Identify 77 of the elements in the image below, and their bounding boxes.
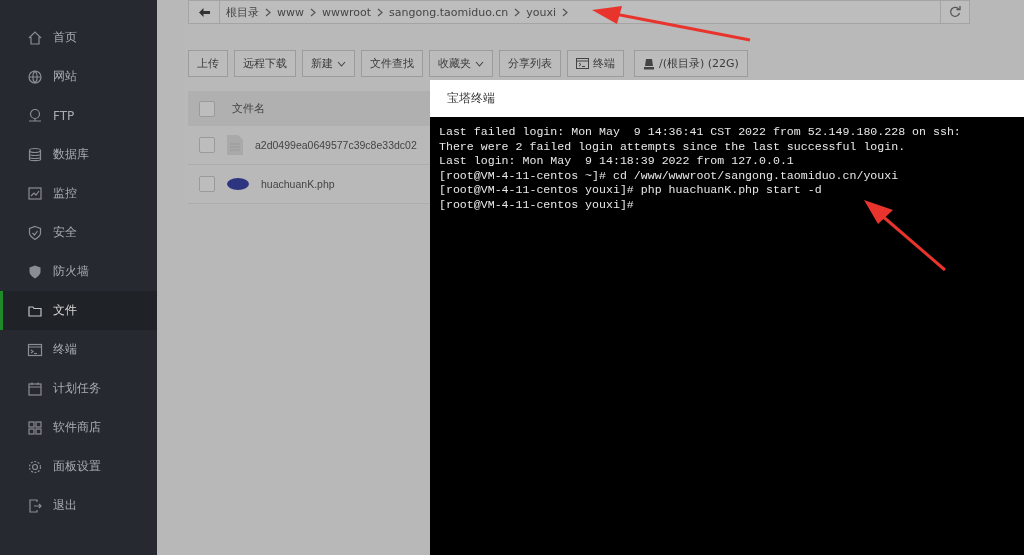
sidebar-label: 文件 — [53, 302, 77, 319]
sidebar-label: 数据库 — [53, 146, 89, 163]
sidebar-label: 软件商店 — [53, 419, 101, 436]
sidebar-label: FTP — [53, 108, 75, 123]
breadcrumb-link[interactable]: www — [271, 5, 310, 19]
sidebar-label: 网站 — [53, 68, 77, 85]
home-icon — [27, 29, 43, 46]
terminal-icon — [27, 341, 43, 358]
globe-icon — [27, 68, 43, 85]
terminal-line: Last login: Mon May 9 14:18:39 2022 from 127.0.0.1 — [439, 154, 795, 169]
sidebar-item[interactable]: 终端 — [0, 330, 157, 369]
breadcrumb-link[interactable]: sangong.taomiduo.cn — [383, 5, 515, 19]
terminal-line: Last failed login: Mon May 9 14:36:41 CST 2022 from 52.149.180.228 on ssh: — [439, 125, 962, 140]
terminal-icon — [576, 58, 589, 69]
toolbar-button[interactable]: 收藏夹 — [429, 50, 493, 77]
grid-icon — [27, 419, 43, 436]
toolbar-button[interactable]: 新建 — [302, 50, 355, 77]
toolbar-button[interactable]: 远程下载 — [234, 50, 296, 77]
sidebar-label: 退出 — [53, 497, 77, 514]
sidebar-label: 面板设置 — [53, 458, 101, 475]
toolbar-button[interactable]: 分享列表 — [499, 50, 561, 77]
sidebar-label: 计划任务 — [53, 380, 101, 397]
sidebar-item[interactable]: 首页 — [0, 18, 157, 57]
breadcrumb-link[interactable]: youxi — [520, 5, 562, 19]
settings-icon — [27, 458, 43, 475]
calendar-icon — [27, 380, 43, 397]
sidebar-item[interactable]: 防火墙 — [0, 252, 157, 291]
database-icon — [27, 146, 43, 163]
terminal-line: There were 2 failed login attempts since the last successful login. — [439, 139, 907, 155]
terminal-line: [root@VM-4-11-centos youxi]# — [439, 197, 635, 213]
terminal-line: [root@VM-4-11-centos ~]# cd /www/wwwroot/sangong.taomiduo.cn/youxi — [439, 168, 900, 184]
disk-icon — [643, 57, 655, 70]
column-header: 文件名 — [232, 101, 265, 116]
shield-icon — [27, 263, 43, 280]
chevron-icon — [514, 7, 521, 17]
checkbox[interactable] — [199, 176, 215, 192]
checkbox[interactable] — [199, 100, 215, 117]
sidebar-item[interactable]: 数据库 — [0, 135, 157, 174]
chevron-icon — [310, 7, 316, 17]
sidebar-item[interactable]: FTP — [0, 96, 157, 135]
sidebar-item[interactable]: 退出 — [0, 486, 157, 525]
sidebar-item[interactable]: 软件商店 — [0, 408, 157, 447]
toolbar-button[interactable]: 文件查找 — [361, 50, 423, 77]
chevron-icon — [265, 7, 271, 17]
toolbar-button[interactable]: 终端 — [567, 50, 624, 77]
refresh-icon — [949, 6, 961, 18]
toolbar-button[interactable]: /(根目录) (22G) — [634, 50, 748, 77]
sidebar-item[interactable]: 监控 — [0, 174, 157, 213]
shield-icon — [27, 224, 43, 241]
toolbar-button[interactable]: 上传 — [188, 50, 228, 77]
sidebar-label: 安全 — [53, 224, 77, 241]
sidebar-item[interactable]: 面板设置 — [0, 447, 157, 486]
chevron-icon — [377, 7, 384, 17]
sidebar-label: 防火墙 — [53, 263, 89, 280]
file-name[interactable]: a2d0499ea0649577c39c8e33dc02 — [255, 139, 417, 151]
breadcrumb-link[interactable]: 根目录 — [220, 4, 265, 20]
network-icon — [27, 107, 43, 124]
sidebar-label: 监控 — [53, 185, 77, 202]
file-name[interactable]: huachuanK.php — [261, 178, 335, 190]
php-icon — [227, 178, 249, 190]
file-icon — [227, 135, 243, 155]
breadcrumb-link[interactable]: wwwroot — [316, 5, 378, 19]
sidebar-label: 首页 — [53, 29, 77, 46]
sidebar-label: 终端 — [53, 341, 77, 358]
caret-icon — [475, 60, 484, 67]
checkbox[interactable] — [199, 137, 215, 153]
back-arrow-icon — [198, 7, 210, 17]
chart-icon — [27, 185, 43, 202]
sidebar-item[interactable]: 安全 — [0, 213, 157, 252]
sidebar-item[interactable]: 文件 — [0, 291, 157, 330]
chevron-icon — [562, 7, 568, 17]
logout-icon — [27, 497, 43, 514]
caret-icon — [337, 60, 346, 67]
dialog-title: 宝塔终端 — [447, 90, 495, 107]
terminal-line: [root@VM-4-11-centos youxi]# php huachuanK.php start -d — [439, 183, 823, 198]
sidebar-item[interactable]: 计划任务 — [0, 369, 157, 408]
sidebar-item[interactable]: 网站 — [0, 57, 157, 96]
